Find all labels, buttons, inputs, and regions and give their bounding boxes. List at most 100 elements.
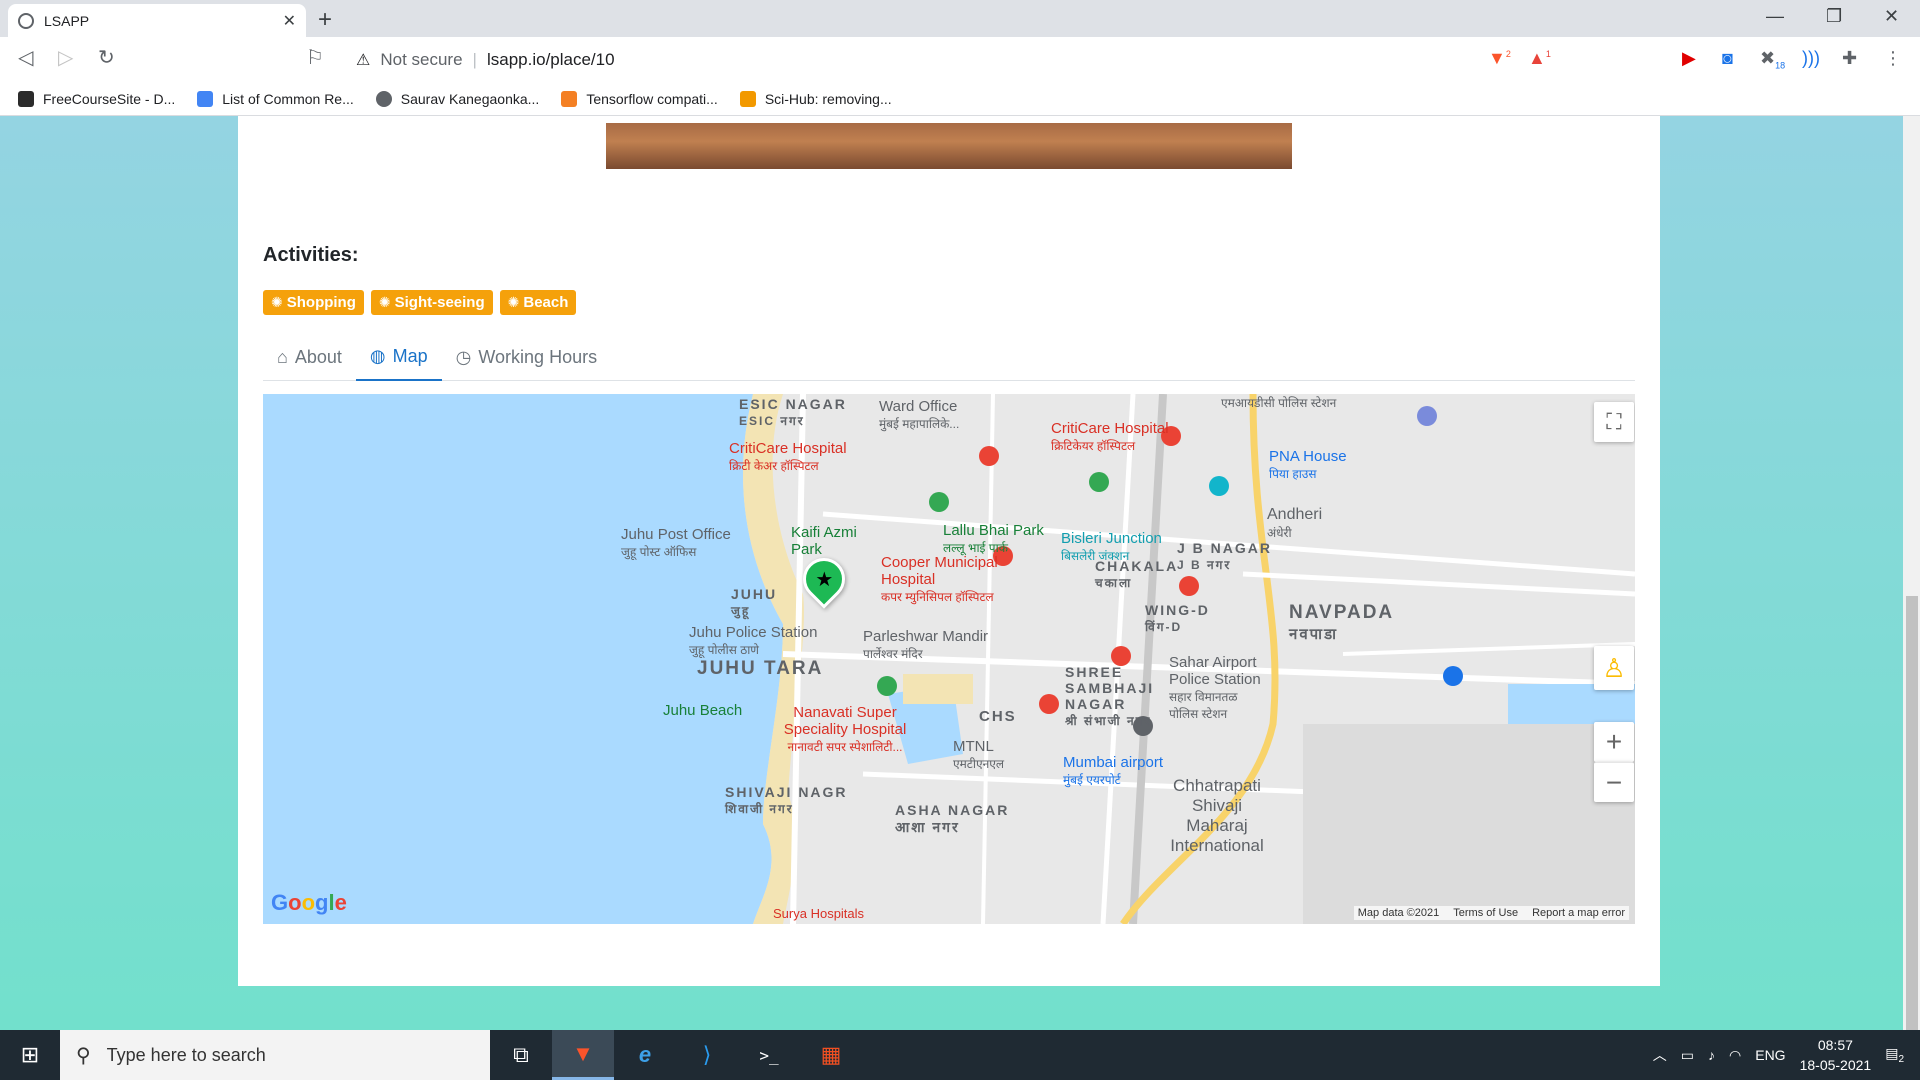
sun-icon: ✺ — [271, 294, 283, 310]
vscode-taskbar-icon[interactable]: ⟩ — [676, 1030, 738, 1080]
reload-button[interactable]: ↻ — [98, 45, 115, 70]
taskbar-search[interactable]: ⚲ Type here to search — [60, 1030, 490, 1080]
bookmark-favicon — [739, 91, 756, 107]
map-label: Chhatrapati Shivaji Maharaj Internationa… — [1170, 776, 1264, 855]
map-label: MTNL एमटीएनएल — [953, 738, 1005, 771]
google-map[interactable]: ESIC NAGAR ESIC नगर Ward Office मुंबई महाप… — [263, 394, 1635, 924]
screen-capture-icon[interactable]: ◙ — [1722, 48, 1733, 69]
place-card: Activities: ✺ Shopping ✺ Sight-seeing ✺ Bea… — [238, 116, 1660, 986]
sun-icon: ✺ — [378, 294, 391, 310]
store-taskbar-icon[interactable]: ▦ — [800, 1030, 862, 1080]
chevron-up-icon[interactable]: ︿ — [1653, 1045, 1667, 1065]
bookmark-item[interactable]: Sci-Hub: removing... — [739, 91, 892, 107]
bookmark-item[interactable]: Tensorflow compati... — [561, 91, 718, 107]
bookmark-icon[interactable]: ⚐ — [306, 45, 324, 70]
bookmark-label: List of Common Re... — [222, 91, 354, 107]
extension-badge-icon[interactable]: ✖18 — [1760, 48, 1785, 71]
minimize-button[interactable]: — — [1766, 6, 1784, 27]
map-label: Andheri अंधेरी — [1267, 506, 1323, 540]
page-background: Activities: ✺ Shopping ✺ Sight-seeing ✺ Bea… — [0, 116, 1920, 1030]
fullscreen-button[interactable]: ⛶ — [1594, 402, 1634, 442]
zoom-in-button[interactable]: + — [1594, 722, 1634, 762]
map-label: Sahar Airport Police Station सहार विमानतळ… — [1169, 654, 1261, 721]
back-button[interactable]: ◁ — [18, 45, 33, 70]
bookmark-label: FreeCourseSite - D... — [43, 91, 176, 107]
map-label: JUHU TARA — [697, 658, 824, 679]
map-label: Nanavati Super Speciality Hospital नानावट… — [783, 704, 907, 754]
pegman-icon: ♙ — [1602, 652, 1626, 683]
brave-taskbar-icon[interactable]: ▼ — [552, 1030, 614, 1080]
brave-rewards-icon[interactable]: ▲1 — [1528, 48, 1551, 69]
restore-button[interactable]: ❐ — [1826, 6, 1842, 27]
volume-icon[interactable]: ♪ — [1708, 1047, 1715, 1063]
map-label: एमआयडीसी पोलिस स्टेशन — [1221, 396, 1337, 410]
tab-working-hours[interactable]: ◷ Working Hours — [442, 334, 611, 381]
windows-taskbar: ⊞ ⚲ Type here to search ⧉ ▼ e ⟩ >_ ▦ ︿ ▭… — [0, 1030, 1920, 1080]
clock-time: 08:57 — [1817, 1037, 1853, 1053]
close-window-button[interactable]: ✕ — [1884, 6, 1899, 27]
globe-icon: ◍ — [369, 346, 386, 366]
map-label: WING-D विंग-D — [1145, 602, 1210, 634]
badge-label: Shopping — [286, 294, 356, 311]
map-footer: Map data ©2021 Terms of Use Report a map… — [1353, 906, 1629, 920]
separator: | — [472, 50, 477, 69]
clock-date: 18-05-2021 — [1799, 1057, 1872, 1073]
new-tab-button[interactable]: + — [318, 6, 332, 34]
star-icon: ★ — [815, 568, 834, 591]
google-logo[interactable]: Google — [271, 890, 347, 916]
read-aloud-icon[interactable]: ))) — [1802, 48, 1820, 69]
bookmark-favicon — [18, 91, 34, 107]
terminal-taskbar-icon[interactable]: >_ — [738, 1030, 800, 1080]
clock[interactable]: 08:57 18-05-2021 — [1800, 1035, 1872, 1075]
bookmark-label: Saurav Kanegaonka... — [400, 91, 540, 107]
close-tab-icon[interactable]: ✕ — [283, 11, 296, 31]
clock-icon: ◷ — [455, 347, 472, 367]
forward-button[interactable]: ▷ — [58, 45, 73, 70]
extension-badge: 18 — [1775, 60, 1786, 71]
map-label: Surya Hospitals — [773, 906, 865, 921]
browser-tab[interactable]: LSAPP ✕ — [8, 4, 306, 37]
activity-badge: ✺ Beach — [499, 290, 577, 315]
url-text: lsapp.io/place/10 — [486, 50, 615, 69]
place-image — [606, 123, 1292, 169]
youtube-extension-icon[interactable]: ▶ — [1682, 48, 1696, 69]
notification-icon[interactable]: ▤2 — [1885, 1045, 1904, 1065]
page-scrollbar[interactable] — [1903, 116, 1920, 1080]
wifi-icon[interactable]: ◠ — [1729, 1047, 1741, 1064]
zoom-out-button[interactable]: − — [1594, 762, 1634, 802]
badge-label: Sight-seeing — [394, 294, 485, 311]
bookmark-favicon — [561, 91, 578, 107]
address-bar[interactable]: ⚠ Not secure | lsapp.io/place/10 — [338, 43, 1564, 77]
language-indicator[interactable]: ENG — [1755, 1047, 1785, 1063]
bookmark-item[interactable]: List of Common Re... — [197, 91, 354, 107]
scrollbar-thumb[interactable] — [1906, 596, 1918, 1080]
puzzle-icon[interactable]: ✚ — [1842, 48, 1857, 69]
bookmark-item[interactable]: FreeCourseSite - D... — [18, 91, 175, 107]
tab-about[interactable]: ⌂ About — [263, 334, 356, 381]
task-view-icon[interactable]: ⧉ — [490, 1030, 552, 1080]
sun-icon: ✺ — [507, 294, 520, 310]
activities-heading: Activities: — [263, 244, 359, 266]
bookmark-favicon — [375, 91, 392, 107]
start-button[interactable]: ⊞ — [0, 1030, 60, 1080]
edge-taskbar-icon[interactable]: e — [614, 1030, 676, 1080]
tab-map[interactable]: ◍ Map — [355, 334, 442, 381]
map-label: Cooper Municipal Hospital कपर म्युनिसिपल … — [881, 554, 998, 604]
bookmark-item[interactable]: Saurav Kanegaonka... — [375, 91, 540, 107]
terms-link[interactable]: Terms of Use — [1453, 907, 1518, 919]
place-tabs: ⌂ About ◍ Map ◷ Working Hours — [263, 334, 1635, 381]
home-icon: ⌂ — [277, 347, 288, 367]
menu-icon[interactable]: ⋮ — [1884, 48, 1902, 69]
notification-count: 2 — [1898, 1053, 1904, 1065]
bookmark-label: Sci-Hub: removing... — [764, 91, 892, 107]
activity-badge: ✺ Sight-seeing — [370, 290, 493, 315]
pegman-button[interactable]: ♙ — [1594, 646, 1634, 690]
search-placeholder: Type here to search — [106, 1044, 266, 1065]
map-label: Mumbai airport मुंबई एयरपोर्ट — [1063, 754, 1164, 787]
map-data-label: Map data ©2021 — [1357, 907, 1440, 919]
fullscreen-icon: ⛶ — [1606, 409, 1622, 434]
battery-icon[interactable]: ▭ — [1681, 1047, 1694, 1064]
brave-shield-icon[interactable]: ▼2 — [1488, 48, 1511, 69]
report-error-link[interactable]: Report a map error — [1532, 907, 1625, 919]
warning-icon: ⚠ — [356, 52, 371, 69]
